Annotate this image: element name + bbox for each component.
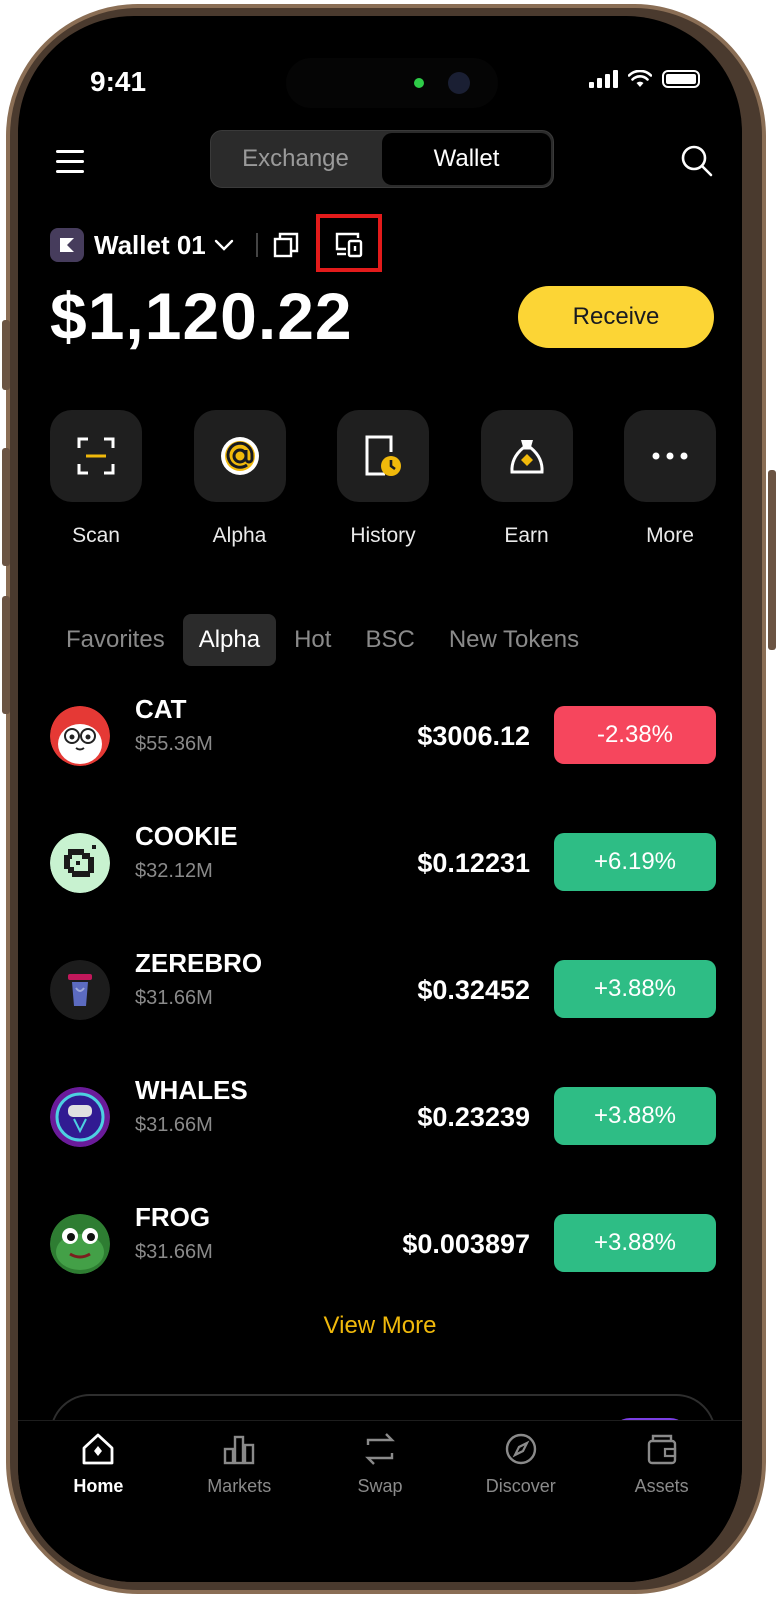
battery-icon	[662, 70, 700, 88]
status-icons	[589, 70, 700, 88]
nav-label: Swap	[357, 1476, 403, 1496]
token-name: WHALES	[135, 1075, 248, 1105]
zerebro-token-icon	[50, 960, 110, 1020]
tab-bsc[interactable]: BSC	[349, 614, 430, 666]
token-market-cap: $32.12M	[135, 860, 213, 882]
action-scan[interactable]: Scan	[50, 410, 142, 548]
wallet-balance: $1,120.22	[50, 279, 353, 353]
tab-new-tokens[interactable]: New Tokens	[433, 614, 595, 666]
history-icon	[365, 435, 401, 476]
action-label: History	[350, 524, 416, 547]
action-label: Earn	[504, 524, 549, 547]
token-name: FROG	[135, 1202, 211, 1232]
receive-button[interactable]: Receive	[518, 286, 714, 348]
assets-icon	[647, 1434, 676, 1465]
token-price: $0.003897	[402, 1229, 530, 1259]
menu-icon[interactable]	[56, 150, 84, 180]
screen: 9:41 Exchange Wallet Wallet 01 $1,120.22…	[18, 16, 742, 1582]
copy-icon[interactable]	[272, 231, 300, 259]
tab-exchange[interactable]: Exchange	[211, 131, 380, 187]
wallet-name[interactable]: Wallet 01	[94, 230, 206, 261]
wifi-icon	[628, 70, 652, 87]
token-price: $0.32452	[417, 975, 530, 1005]
quick-actions: Scan Alpha History Earn More	[50, 410, 716, 548]
token-market-cap: $31.66M	[135, 1241, 213, 1263]
token-name: ZEREBRO	[135, 948, 263, 978]
token-price: $0.23239	[417, 1102, 530, 1132]
token-market-cap: $31.66M	[135, 987, 213, 1009]
discover-icon	[505, 1433, 536, 1465]
token-change-badge[interactable]: +3.88%	[554, 1087, 716, 1145]
nav-assets[interactable]: Assets	[591, 1421, 732, 1582]
nav-markets[interactable]: Markets	[169, 1421, 310, 1582]
token-name: CAT	[135, 694, 187, 724]
tab-hot[interactable]: Hot	[278, 614, 347, 666]
nav-home[interactable]: Home	[28, 1421, 169, 1582]
token-row[interactable]: WHALES $31.66M $0.23239 +3.88%	[50, 1075, 716, 1147]
token-change-badge[interactable]: +3.88%	[554, 1214, 716, 1272]
action-label: More	[646, 524, 694, 547]
mute-switch	[2, 320, 10, 390]
markets-icon	[223, 1435, 255, 1465]
token-row[interactable]: ZEREBRO $31.66M $0.32452 +3.88%	[50, 948, 716, 1020]
highlight-box	[316, 214, 382, 272]
cookie-token-icon	[50, 833, 110, 893]
frog-token-icon	[50, 1214, 110, 1274]
token-market-cap: $31.66M	[135, 1114, 213, 1136]
nav-swap[interactable]: Swap	[310, 1421, 451, 1582]
token-change-badge[interactable]: +3.88%	[554, 960, 716, 1018]
nav-label: Discover	[485, 1476, 556, 1496]
dynamic-island	[286, 58, 498, 108]
volume-up-button	[2, 448, 10, 566]
wallet-avatar[interactable]	[50, 228, 84, 262]
volume-down-button	[2, 596, 10, 714]
action-history[interactable]: History	[337, 410, 429, 548]
bottom-nav: Home Markets Swap Discover Assets	[18, 1420, 742, 1582]
nav-discover[interactable]: Discover	[450, 1421, 591, 1582]
tab-favorites[interactable]: Favorites	[50, 614, 181, 666]
action-label: Scan	[72, 524, 120, 547]
wallet-selector-row: Wallet 01	[50, 228, 300, 262]
nav-label: Home	[73, 1476, 124, 1496]
earn-icon	[509, 440, 544, 474]
token-row[interactable]: COOKIE $32.12M $0.12231 +6.19%	[50, 821, 716, 893]
token-row[interactable]: FROG $31.66M $0.003897 +3.88%	[50, 1202, 716, 1274]
tab-alpha[interactable]: Alpha	[182, 614, 277, 666]
token-market-cap: $55.36M	[135, 733, 213, 755]
action-alpha[interactable]: Alpha	[193, 410, 286, 548]
mode-switch: Exchange Wallet	[210, 130, 554, 188]
nav-label: Assets	[634, 1476, 689, 1496]
action-more[interactable]: More	[624, 410, 716, 548]
search-icon[interactable]	[680, 144, 714, 178]
front-camera-icon	[448, 72, 470, 94]
divider	[255, 233, 258, 257]
token-change-badge[interactable]: +6.19%	[554, 833, 716, 891]
token-name: COOKIE	[135, 821, 238, 851]
whales-token-icon	[50, 1087, 110, 1147]
signal-icon	[589, 70, 618, 88]
alpha-icon	[220, 437, 259, 475]
swap-icon	[365, 1433, 395, 1465]
power-button	[768, 470, 776, 650]
token-tabs: Favorites Alpha Hot BSC New Tokens	[50, 614, 597, 666]
token-change-badge[interactable]: -2.38%	[554, 706, 716, 764]
tab-wallet[interactable]: Wallet	[382, 133, 551, 185]
scan-icon	[77, 437, 115, 475]
home-icon	[82, 1433, 114, 1465]
camera-indicator-icon	[414, 78, 424, 88]
action-earn[interactable]: Earn	[480, 410, 573, 548]
token-price: $3006.12	[417, 721, 530, 751]
token-price: $0.12231	[417, 848, 530, 878]
view-more-link[interactable]: View More	[18, 1312, 742, 1340]
nav-label: Markets	[207, 1476, 272, 1496]
more-icon	[652, 452, 688, 460]
cat-token-icon	[50, 706, 110, 766]
action-label: Alpha	[212, 524, 267, 547]
token-row[interactable]: CAT $55.36M $3006.12 -2.38%	[50, 694, 716, 766]
chevron-down-icon[interactable]	[214, 239, 234, 251]
status-time: 9:41	[90, 66, 147, 97]
